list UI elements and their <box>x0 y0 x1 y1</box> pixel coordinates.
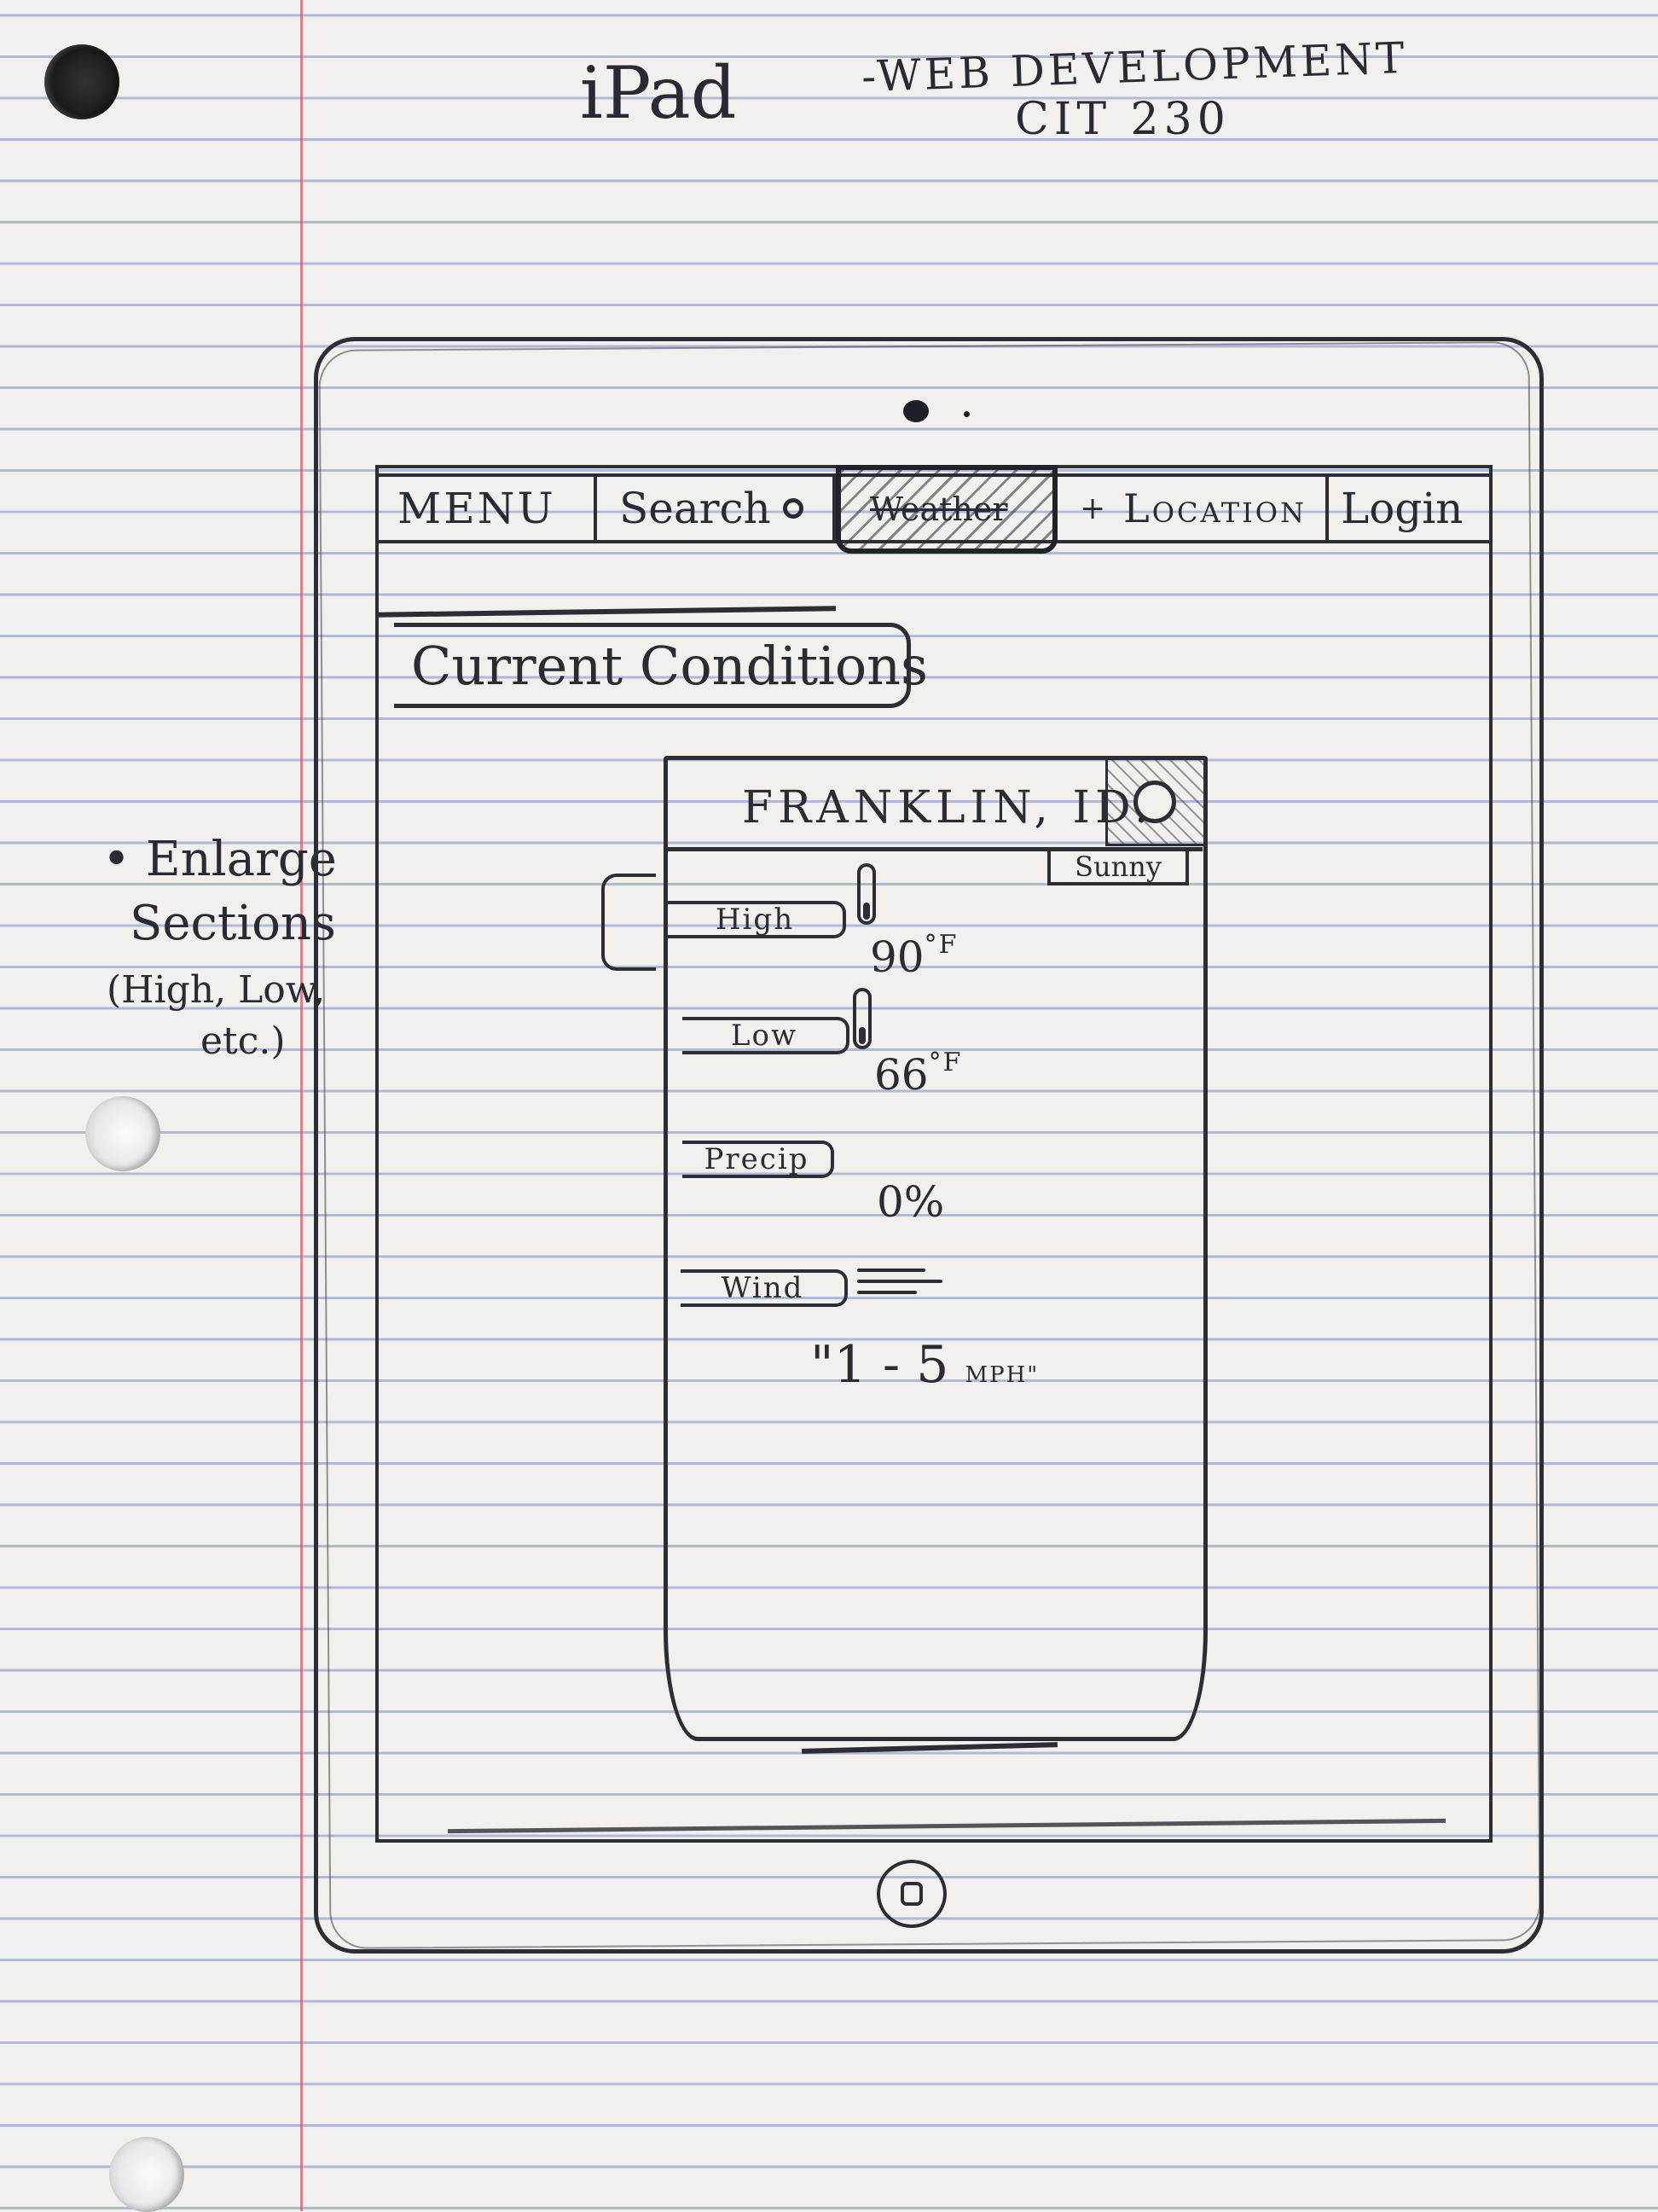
sensor-dot <box>964 411 970 417</box>
sun-core <box>1133 781 1176 823</box>
home-button[interactable] <box>877 1860 947 1928</box>
low-label-button[interactable]: Low <box>682 1017 849 1054</box>
top-navbar: MENU Search Weather + Location Login <box>375 465 1493 554</box>
wind-label: Wind <box>721 1271 804 1305</box>
wind-value: "1 - 5 MPH" <box>810 1335 1039 1395</box>
binder-hole <box>85 1096 160 1171</box>
nav-menu[interactable]: MENU <box>375 477 597 540</box>
nav-login[interactable]: Login <box>1329 477 1493 540</box>
note-line: Sections <box>130 896 336 951</box>
plus-icon: + <box>1080 491 1109 526</box>
search-icon <box>782 498 803 519</box>
wind-label-button[interactable]: Wind <box>681 1269 848 1307</box>
thermometer-icon <box>853 988 872 1049</box>
low-number: 66 <box>874 1050 929 1100</box>
low-label: Low <box>730 1019 798 1053</box>
nav-search[interactable]: Search <box>597 477 836 540</box>
note-line: Enlarge <box>145 832 337 887</box>
note-bullet: • <box>102 832 131 887</box>
location-name: FRANKLIN, ID. <box>742 781 1154 833</box>
high-unit: °F <box>924 930 959 960</box>
condition-badge: Sunny <box>1047 848 1189 885</box>
home-button-icon <box>901 1882 923 1906</box>
note-line: (High, Low, <box>107 968 326 1012</box>
page-title: iPad <box>580 51 737 135</box>
binder-hole <box>44 44 119 119</box>
enlarge-bracket <box>601 874 656 971</box>
precip-label-button[interactable]: Precip <box>682 1141 834 1178</box>
high-value: 90°F <box>870 930 958 982</box>
low-unit: °F <box>928 1048 963 1077</box>
binder-hole <box>109 2137 184 2212</box>
nav-location-label: Location <box>1123 485 1307 531</box>
wind-number: "1 - 5 <box>810 1335 949 1395</box>
low-value: 66°F <box>874 1048 962 1100</box>
note-line: etc.) <box>200 1019 286 1063</box>
section-heading: Current Conditions <box>394 623 928 708</box>
section-heading-text: Current Conditions <box>411 634 928 697</box>
wind-icon <box>857 1269 951 1309</box>
precip-label: Precip <box>704 1142 809 1176</box>
nav-weather-active-tab[interactable]: Weather <box>836 465 1058 554</box>
high-number: 90 <box>870 932 925 982</box>
sun-icon <box>1105 758 1208 846</box>
nav-location[interactable]: + Location <box>1058 477 1329 540</box>
nav-search-label: Search <box>619 484 771 533</box>
thermometer-icon <box>857 863 876 925</box>
precip-value: 0% <box>877 1177 944 1227</box>
high-label: High <box>715 903 795 937</box>
camera-icon <box>903 400 929 422</box>
precip-number: 0% <box>877 1177 945 1227</box>
nav-login-label: Login <box>1341 484 1464 533</box>
high-label-button[interactable]: High <box>667 901 846 938</box>
course-name: -WEB DEVELOPMENT <box>861 32 1409 102</box>
notebook-margin-line <box>300 0 303 2211</box>
condition-text: Sunny <box>1075 851 1162 883</box>
nav-weather-label: Weather <box>870 491 1008 528</box>
course-number: CIT 230 <box>1015 94 1231 145</box>
nav-menu-label: MENU <box>397 484 556 533</box>
wind-unit: MPH" <box>965 1362 1040 1388</box>
